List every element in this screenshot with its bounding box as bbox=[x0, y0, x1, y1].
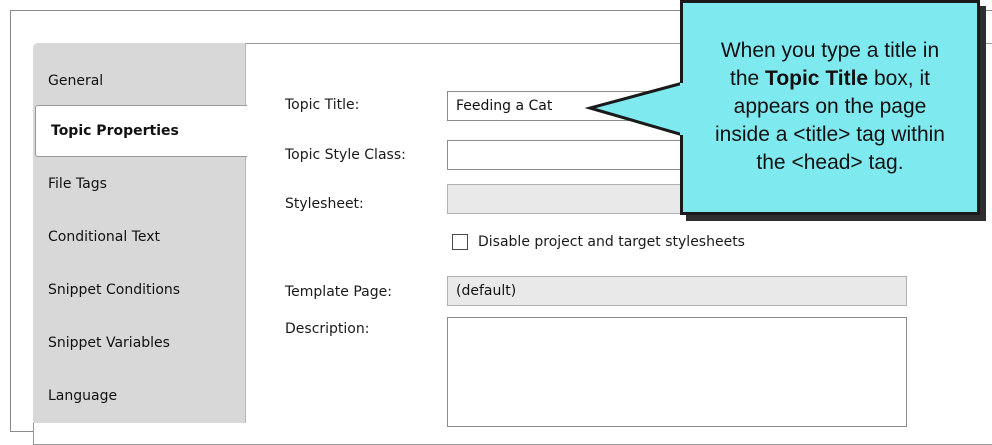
callout-line: the Topic Title box, it bbox=[730, 67, 930, 90]
callout-line: When you type a title in bbox=[720, 39, 940, 62]
sidebar: General Topic Properties File Tags Condi… bbox=[33, 43, 247, 423]
callout-line: appears on the page bbox=[733, 95, 927, 118]
topic-title-label: Topic Title: bbox=[285, 97, 360, 113]
template-page-select[interactable]: (default) bbox=[447, 276, 907, 306]
description-textarea[interactable] bbox=[447, 317, 907, 427]
tab-file-tags[interactable]: File Tags bbox=[33, 158, 245, 210]
stylesheet-label: Stylesheet: bbox=[285, 196, 364, 212]
tab-topic-properties[interactable]: Topic Properties bbox=[35, 105, 247, 157]
callout-line: inside a <title> tag within bbox=[715, 123, 945, 146]
callout-box: When you type a title in the Topic Title… bbox=[680, 0, 980, 215]
tab-label: Topic Properties bbox=[51, 123, 179, 139]
callout-pointer bbox=[584, 81, 685, 137]
tab-label: Language bbox=[48, 388, 118, 404]
tab-label: Snippet Conditions bbox=[48, 282, 181, 298]
disable-stylesheets-checkbox[interactable] bbox=[452, 234, 468, 250]
callout-line: the <head> tag. bbox=[756, 151, 904, 174]
tab-label: General bbox=[48, 73, 104, 89]
template-page-label: Template Page: bbox=[285, 284, 392, 300]
tab-conditional-text[interactable]: Conditional Text bbox=[33, 211, 245, 263]
disable-stylesheets-label: Disable project and target stylesheets bbox=[478, 234, 745, 250]
tab-general[interactable]: General bbox=[33, 55, 245, 107]
tab-label: Conditional Text bbox=[48, 229, 161, 245]
topic-style-class-label: Topic Style Class: bbox=[285, 147, 406, 163]
tab-snippet-conditions[interactable]: Snippet Conditions bbox=[33, 264, 245, 316]
description-label: Description: bbox=[285, 321, 370, 337]
callout-bold: Topic Title bbox=[765, 67, 869, 90]
tab-language[interactable]: Language bbox=[33, 370, 245, 422]
callout-pointer-joint bbox=[680, 83, 684, 135]
tab-label: File Tags bbox=[48, 176, 107, 192]
tab-label: Snippet Variables bbox=[48, 335, 170, 351]
tab-snippet-variables[interactable]: Snippet Variables bbox=[33, 317, 245, 369]
